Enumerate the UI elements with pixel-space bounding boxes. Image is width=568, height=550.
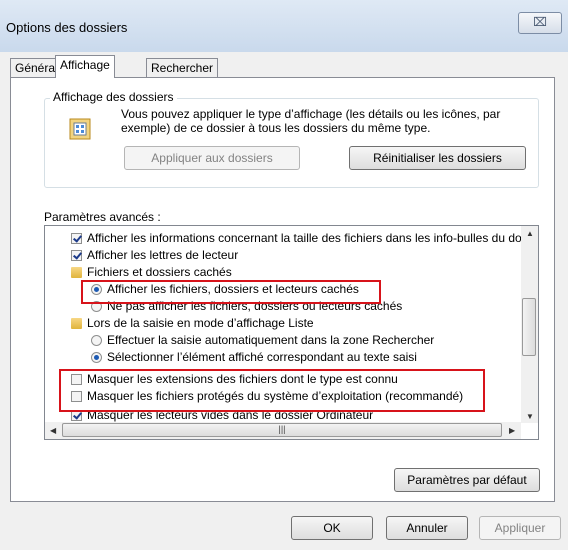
horizontal-scrollbar[interactable]: ◀ ||| ▶ xyxy=(45,422,521,439)
setting-group-list-typing: Lors de la saisie en mode d’affichage Li… xyxy=(71,315,314,331)
folder-views-title: Affichage des dossiers xyxy=(50,90,177,104)
vertical-scrollbar[interactable]: ▲ ▼ xyxy=(521,226,538,423)
scroll-left-icon[interactable]: ◀ xyxy=(50,426,56,435)
cancel-button[interactable]: Annuler xyxy=(386,516,468,540)
setting-type-into-search[interactable]: Effectuer la saisie automatiquement dans… xyxy=(91,332,434,348)
folder-icon xyxy=(71,267,82,278)
close-button[interactable]: ⌧ xyxy=(518,12,562,34)
advanced-settings-label: Paramètres avancés : xyxy=(44,210,161,224)
setting-show-file-size[interactable]: Afficher les informations concernant la … xyxy=(71,230,522,246)
reset-folders-button[interactable]: Réinitialiser les dossiers xyxy=(349,146,526,170)
vertical-scroll-thumb[interactable] xyxy=(522,298,536,356)
checkbox-checked-icon[interactable] xyxy=(71,233,82,244)
close-icon: ⌧ xyxy=(533,15,547,29)
setting-group-hidden-files: Fichiers et dossiers cachés xyxy=(71,264,232,280)
highlight-box-hide-extensions xyxy=(59,369,485,412)
ok-button[interactable]: OK xyxy=(291,516,373,540)
scroll-up-icon[interactable]: ▲ xyxy=(526,229,534,238)
apply-button[interactable]: Appliquer xyxy=(479,516,561,540)
radio-checked-icon[interactable] xyxy=(91,352,102,363)
setting-select-typed-item[interactable]: Sélectionner l’élément affiché correspon… xyxy=(91,349,417,365)
tab-rechercher[interactable]: Rechercher xyxy=(146,58,219,77)
tab-affichage[interactable]: Affichage xyxy=(55,55,115,78)
apply-to-folders-button[interactable]: Appliquer aux dossiers xyxy=(124,146,300,170)
title-bar: Options des dossiers ⌧ xyxy=(0,0,568,52)
highlight-box-show-hidden xyxy=(81,280,381,304)
setting-show-drive-letters[interactable]: Afficher les lettres de lecteur xyxy=(71,247,238,263)
checkbox-checked-icon[interactable] xyxy=(71,250,82,261)
radio-unchecked-icon[interactable] xyxy=(91,335,102,346)
scroll-down-icon[interactable]: ▼ xyxy=(526,412,534,421)
scroll-right-icon[interactable]: ▶ xyxy=(509,426,515,435)
restore-defaults-button[interactable]: Paramètres par défaut xyxy=(394,468,540,492)
horizontal-scroll-thumb[interactable]: ||| xyxy=(62,423,502,437)
folder-view-icon xyxy=(68,116,94,142)
folder-icon xyxy=(71,318,82,329)
folder-views-description: Vous pouvez appliquer le type d’affichag… xyxy=(121,107,501,135)
window-title: Options des dossiers xyxy=(6,20,128,35)
